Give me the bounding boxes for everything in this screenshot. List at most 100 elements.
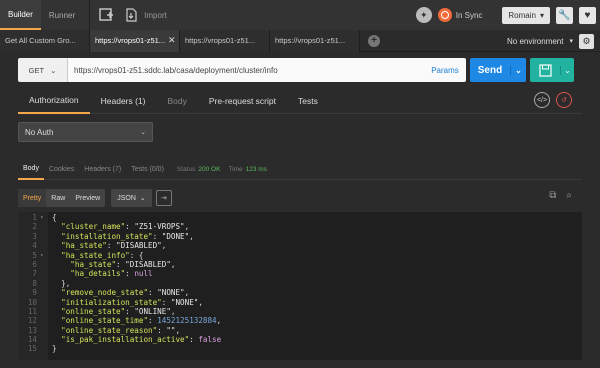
json-key: "online_state" — [61, 306, 126, 316]
line-number: 14 — [27, 335, 37, 345]
json-value: "DONE" — [161, 231, 190, 241]
environment-settings-icon[interactable]: ⚙ — [579, 33, 594, 49]
chevron-down-icon: ▾ — [569, 38, 573, 45]
code-line: 2 "cluster_name": "Z51-VROPS", — [18, 222, 582, 231]
fold-arrow-icon[interactable]: ▾ — [40, 251, 48, 260]
chevron-down-icon: ⌄ — [139, 195, 146, 202]
user-menu-button[interactable]: Romain ▾ — [502, 6, 550, 24]
settings-wrench-icon[interactable]: 🔧 — [556, 6, 573, 24]
chevron-down-icon[interactable]: ⌄ — [560, 65, 574, 75]
response-tabs: Body Cookies Headers (7) Tests (0/0) Status 2… — [18, 160, 582, 180]
line-number: 2 — [32, 222, 37, 232]
request-tab-label: Get All Custom Gro... — [5, 36, 76, 45]
json-key: "ha_state_info" — [61, 250, 130, 260]
url-input[interactable]: https://vrops01-z51.sddc.lab/casa/deploy… — [68, 58, 424, 82]
json-value: "DISABLED" — [125, 259, 171, 269]
wrap-lines-icon[interactable]: ⇥ — [155, 190, 172, 206]
request-tab[interactable]: Get All Custom Gro... — [0, 29, 90, 52]
params-button[interactable]: Params — [424, 58, 466, 82]
view-mode-selector: Pretty Raw Preview — [18, 189, 106, 207]
heart-icon[interactable]: ♥ — [579, 6, 596, 24]
send-button[interactable]: Send ⌄ — [470, 58, 526, 82]
add-tab-icon[interactable]: + — [368, 34, 380, 47]
environment-selector[interactable]: No environment ▾ ⚙ — [507, 30, 594, 52]
response-tab[interactable]: Headers (7) — [79, 160, 126, 180]
close-icon[interactable]: ✕ — [165, 35, 176, 46]
divider — [89, 0, 91, 30]
code-text: "initialization_state": "NONE", — [61, 297, 203, 307]
sync-icon — [437, 8, 452, 22]
tab-authorization[interactable]: Authorization — [18, 88, 90, 114]
status-value: 200 OK — [198, 166, 221, 173]
tab-tests[interactable]: Tests — [287, 88, 329, 114]
response-tab[interactable]: Body — [18, 160, 44, 180]
format-select[interactable]: JSON ⌄ — [111, 189, 152, 207]
interceptor-icon[interactable]: ✦ — [415, 7, 432, 23]
view-mode-preview[interactable]: Preview — [70, 189, 105, 207]
line-number: 15 — [27, 344, 37, 354]
code-text: "online_state_reason": "", — [61, 325, 181, 335]
code-text: "online_state_time": 1452125132884, — [61, 316, 222, 326]
chevron-down-icon: ▾ — [539, 10, 544, 20]
new-window-icon[interactable] — [98, 6, 116, 24]
environment-label: No environment — [507, 36, 564, 46]
json-value: 1452125132884 — [157, 316, 217, 326]
response-tab[interactable]: Tests (0/0) — [126, 160, 169, 180]
code-text: "ha_state_info": { — [61, 250, 144, 260]
auth-type-select[interactable]: No Auth ⌄ — [18, 122, 153, 142]
import-button[interactable]: Import — [144, 11, 167, 20]
import-icon[interactable] — [122, 6, 140, 24]
json-key: "initialization_state" — [61, 297, 162, 307]
code-line: 15} — [18, 344, 582, 353]
reset-icon[interactable]: ↺ — [556, 92, 572, 108]
fold-arrow-icon[interactable]: ▾ — [40, 213, 48, 222]
url-bar: GET ⌄ https://vrops01-z51.sddc.lab/casa/… — [18, 58, 578, 82]
request-tab-label: https://vrops01-z51... — [185, 36, 256, 45]
json-value: "ONLINE" — [134, 306, 171, 316]
code-text: } — [52, 344, 57, 354]
sync-status[interactable]: In Sync — [437, 8, 482, 22]
view-mode-pretty[interactable]: Pretty — [18, 189, 47, 207]
format-value: JSON — [117, 194, 136, 202]
json-value: "NONE" — [170, 297, 199, 307]
search-icon[interactable]: ⌕ — [566, 190, 572, 201]
chevron-down-icon: ⌄ — [140, 129, 146, 136]
response-tab[interactable]: Cookies — [44, 160, 79, 180]
code-line: 10 "initialization_state": "NONE", — [18, 298, 582, 307]
tab-headers[interactable]: Headers (1) — [90, 88, 157, 114]
code-text: "is_pak_installation_active": false — [61, 335, 222, 345]
time-label: Time — [228, 166, 243, 173]
tab-runner[interactable]: Runner — [41, 0, 83, 30]
method-select[interactable]: GET ⌄ — [18, 58, 68, 82]
line-number: 12 — [27, 316, 37, 326]
save-button[interactable]: ⌄ — [530, 58, 574, 82]
method-label: GET — [28, 65, 45, 75]
json-value: "Z51-VROPS" — [134, 222, 185, 232]
chevron-down-icon[interactable]: ⌄ — [510, 65, 526, 75]
request-tab[interactable]: https://vrops01-z51... — [180, 29, 270, 52]
tab-pre-request-script[interactable]: Pre-request script — [198, 88, 287, 114]
tab-builder[interactable]: Builder — [0, 0, 41, 30]
line-number: 4 — [32, 241, 37, 251]
json-value: null — [134, 269, 153, 279]
response-toolbar: Pretty Raw Preview JSON ⌄ ⇥ ⧉ ⌕ — [18, 188, 582, 208]
json-key: "ha_state" — [61, 241, 107, 251]
request-tab-label: https://vrops01-z51... — [275, 36, 346, 45]
tab-body[interactable]: Body — [157, 88, 198, 114]
request-tab[interactable]: https://vrops01-z51... ✕ — [90, 29, 180, 52]
line-number: 7 — [32, 269, 37, 279]
line-number: 13 — [27, 325, 37, 335]
view-mode-raw[interactable]: Raw — [46, 189, 70, 207]
response-body[interactable]: 1 ▾{2 "cluster_name": "Z51-VROPS", 3 "inst… — [18, 212, 582, 360]
copy-icon[interactable]: ⧉ — [549, 190, 556, 201]
request-tab[interactable]: https://vrops01-z51... — [270, 29, 360, 52]
code-line: 6 "ha_state": "DISABLED", — [18, 260, 582, 269]
code-text: "online_state": "ONLINE", — [61, 306, 176, 316]
code-snippet-icon[interactable]: </> — [534, 92, 550, 108]
response-status: Status 200 OK — [177, 166, 220, 173]
